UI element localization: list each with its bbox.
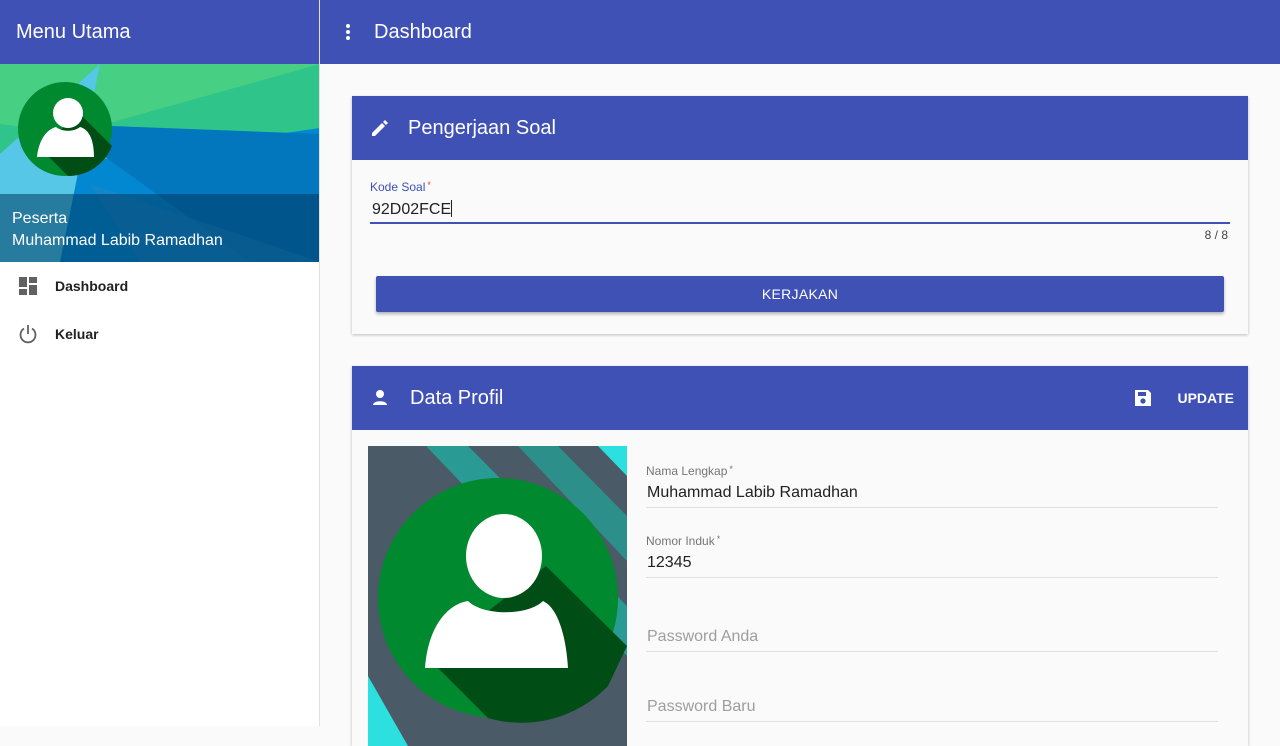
card-title: Pengerjaan Soal [408, 116, 556, 139]
update-button[interactable]: UPDATE [1115, 366, 1234, 430]
nama-lengkap-input[interactable]: Muhammad Labib Ramadhan [646, 484, 1218, 508]
nomor-induk-input[interactable]: 12345 [646, 554, 1218, 578]
person-icon [352, 388, 408, 408]
sidebar-item-label: Dashboard [55, 278, 129, 294]
card-header: Pengerjaan Soal [352, 96, 1248, 160]
sidebar-item-dashboard[interactable]: Dashboard [0, 262, 319, 310]
sidebar-title: Menu Utama [16, 20, 131, 43]
password-baru-field: Password Baru [646, 698, 1218, 722]
sidebar-item-keluar[interactable]: Keluar [0, 310, 319, 358]
password-anda-input[interactable]: Password Anda [646, 628, 1218, 652]
save-icon [1115, 388, 1171, 408]
sidebar: Menu Utama Peserta Muhammad Labib Ramadh… [0, 0, 320, 726]
sidebar-header: Menu Utama [0, 0, 319, 64]
profile-picture [368, 446, 627, 746]
kode-soal-input[interactable]: 92D02FCE [370, 200, 1230, 224]
sidebar-user-info: Peserta Muhammad Labib Ramadhan [0, 194, 319, 262]
nomor-induk-field: Nomor Induk * 12345 [646, 534, 1218, 578]
pengerjaan-soal-card: Pengerjaan Soal Kode Soal * 92D02FCE 8 / … [352, 96, 1248, 334]
user-name: Muhammad Labib Ramadhan [12, 232, 223, 249]
sidebar-user-banner: Peserta Muhammad Labib Ramadhan [0, 64, 319, 262]
pencil-icon [352, 118, 408, 138]
user-role: Peserta [12, 210, 68, 227]
page-title: Dashboard [374, 20, 472, 43]
password-anda-field: Password Anda [646, 628, 1218, 652]
dashboard-icon [18, 276, 38, 296]
sidebar-item-label: Keluar [55, 326, 99, 342]
power-icon [18, 324, 38, 344]
nama-lengkap-label: Nama Lengkap * [646, 464, 733, 478]
nama-lengkap-field: Nama Lengkap * Muhammad Labib Ramadhan [646, 464, 1218, 508]
character-counter: 8 / 8 [1204, 228, 1228, 242]
password-baru-input[interactable]: Password Baru [646, 698, 1218, 722]
card-header: Data Profil UPDATE [352, 366, 1248, 430]
user-avatar-icon [18, 82, 112, 176]
more-vert-icon[interactable] [320, 0, 376, 64]
card-title: Data Profil [410, 386, 504, 409]
kode-soal-label: Kode Soal * [370, 180, 431, 194]
update-label: UPDATE [1177, 390, 1234, 406]
kerjakan-button[interactable]: KERJAKAN [376, 276, 1224, 312]
kode-soal-field: Kode Soal * 92D02FCE 8 / 8 [370, 180, 1230, 242]
data-profil-card: Data Profil UPDATE Nama Lengkap * Muhamma… [352, 366, 1248, 746]
nomor-induk-label: Nomor Induk * [646, 534, 721, 548]
top-app-bar: Dashboard [320, 0, 1280, 64]
